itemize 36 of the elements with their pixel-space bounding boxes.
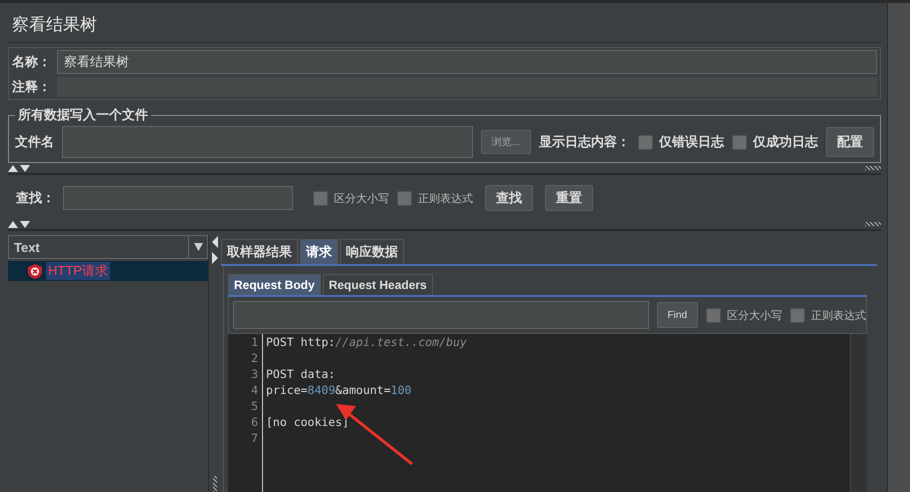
find-button[interactable]: Find [656, 302, 698, 328]
filename-label: 文件名 [15, 133, 54, 151]
tab[interactable]: 请求 [300, 239, 338, 264]
tab[interactable]: Request Body [228, 274, 321, 295]
checkbox-label: 仅成功日志 [753, 133, 818, 151]
code-line: POST http://api.test..com/buy [266, 334, 467, 350]
tab[interactable]: Request Headers [322, 274, 433, 295]
line-number: 5 [250, 398, 258, 414]
search-button[interactable]: 查找 [485, 185, 533, 211]
checkbox-label: 区分大小写 [727, 308, 782, 322]
checkbox-label: 正则表达式 [811, 308, 866, 322]
code-line: price=8409&amount=100 [266, 382, 412, 398]
browse-button[interactable]: 浏览... [480, 130, 531, 154]
line-number: 1 [250, 334, 258, 350]
line-number: 6 [250, 414, 258, 430]
group-title: 所有数据写入一个文件 [16, 106, 149, 124]
checkbox-label: 正则表达式 [418, 192, 473, 206]
search-button[interactable]: 重置 [545, 185, 593, 211]
line-number: 2 [250, 350, 258, 366]
checkbox-label: 区分大小写 [334, 192, 389, 206]
line-number: 3 [250, 366, 258, 382]
config-button[interactable]: 配置 [826, 127, 874, 157]
search-label: 查找： [16, 189, 55, 207]
panel-title: 察看结果树 [8, 9, 881, 43]
line-number: 4 [250, 382, 258, 398]
renderer-dropdown[interactable]: Text [8, 235, 208, 259]
code-line: POST data: [266, 366, 336, 382]
code-line: [no cookies] [266, 414, 350, 430]
line-number: 7 [250, 430, 258, 446]
tab[interactable]: 响应数据 [340, 239, 404, 264]
comment-label: 注释： [12, 78, 51, 96]
tab[interactable]: 取样器结果 [221, 239, 298, 264]
log-label: 显示日志内容： [539, 133, 630, 151]
name-label: 名称： [12, 53, 51, 71]
name-field[interactable]: 察看结果树 [57, 50, 877, 74]
checkbox-label: 仅错误日志 [659, 133, 724, 151]
